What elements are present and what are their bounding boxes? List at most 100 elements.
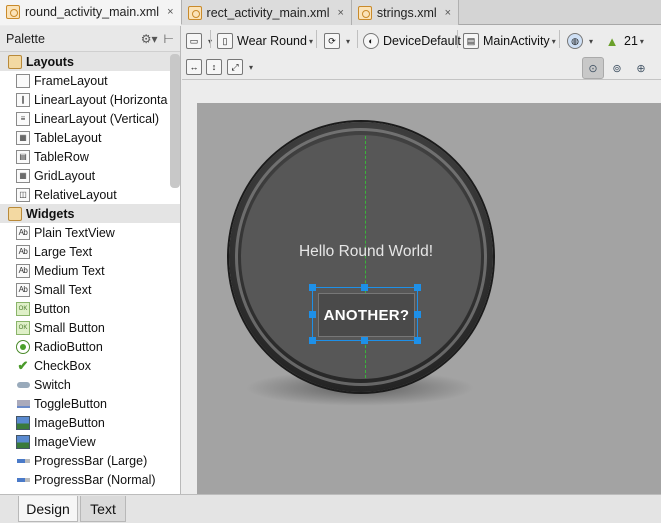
palette-item[interactable]: ImageButton [0,413,180,432]
device-selector[interactable]: ▯ Wear Round ▾ [217,30,313,52]
palette-item[interactable]: ▦ TableLayout [0,128,180,147]
tab-text[interactable]: Text [80,496,126,522]
tab-strings[interactable]: strings.xml × [351,0,460,25]
grid-layout-icon: ▦ [16,168,30,183]
small-text-icon: Ab [16,282,30,297]
activity-icon: ▤ [463,33,479,49]
palette-item[interactable]: RadioButton [0,337,180,356]
zoom-actual-icon: ⊚ [612,62,622,75]
palette-item[interactable]: Switch [0,375,180,394]
folder-icon [8,206,22,221]
zoom-in-button[interactable]: ⊕ [630,57,652,79]
tab-round-activity-main[interactable]: round_activity_main.xml × [0,0,182,25]
palette-item[interactable]: ▤ TableRow [0,147,180,166]
palette-item[interactable]: ≡ LinearLayout (Vertical) [0,109,180,128]
palette-item[interactable]: ✔ CheckBox [0,356,180,375]
close-icon[interactable]: × [445,7,451,19]
layout-toolbar: ▭▾ ▯Wear Round▾ ⟳▾ ◐DeviceDefault ▤MainA… [182,26,661,80]
palette-item[interactable]: Ab Small Text [0,280,180,299]
hide-panel-icon[interactable]: ⊢ [164,32,174,46]
textview-icon: Ab [16,225,30,240]
tab-design[interactable]: Design [18,496,78,522]
palette-item[interactable]: ImageView [0,432,180,451]
fill-height-button[interactable]: ↕ [206,56,226,78]
layout-variant-button[interactable]: ▭▾ [186,30,212,52]
fill-width-button[interactable]: ↔ [186,56,206,78]
palette-list: Layouts FrameLayout ∥ LinearLayout (Horizon… [0,52,180,489]
android-icon: ▲ [605,33,619,49]
palette-item[interactable]: Ab Plain TextView [0,223,180,242]
locale-selector[interactable]: ◍ ▾ [567,30,593,52]
folder-icon [8,54,22,69]
resize-handle-n[interactable] [361,284,368,291]
zoom-in-icon: ⊕ [636,62,646,75]
actual-size-button[interactable]: ⊚ [606,57,628,79]
palette-item[interactable]: Ab Medium Text [0,261,180,280]
palette-group-layouts[interactable]: Layouts [0,52,180,71]
palette-scrollbar[interactable] [170,54,180,188]
palette-panel: Palette ⚙▾ ⊢ Layouts FrameLayout ∥ LinearLa… [0,26,181,494]
progressbar-normal-icon [16,473,30,487]
palette-item[interactable]: Ab Large Text [0,242,180,261]
close-icon[interactable]: × [167,6,173,18]
palette-item[interactable]: ToggleButton [0,394,180,413]
palette-title: Palette [6,31,45,46]
toggle-button-icon [16,397,30,411]
table-layout-icon: ▦ [16,130,30,145]
resize-handle-w[interactable] [309,311,316,318]
medium-text-icon: Ab [16,263,30,278]
theme-selector[interactable]: ◐ DeviceDefault [363,30,461,52]
table-row-icon: ▤ [16,149,30,164]
file-layout-icon: ▭ [186,33,202,49]
small-button-icon: OK [16,320,30,335]
palette-item[interactable]: ∥ LinearLayout (Horizonta [0,90,180,109]
close-icon[interactable]: × [337,7,343,19]
orientation-icon: ⟳ [324,33,340,49]
fill-width-icon: ↔ [186,59,202,75]
palette-item[interactable]: ▦ GridLayout [0,166,180,185]
device-icon: ▯ [217,33,233,49]
palette-item[interactable]: ◫ RelativeLayout [0,185,180,204]
hello-textview[interactable]: Hello Round World! [241,243,491,261]
linear-layout-vertical-icon: ≡ [16,111,30,126]
resize-handle-sw[interactable] [309,337,316,344]
tab-rect-activity-main[interactable]: rect_activity_main.xml × [181,0,352,25]
gear-icon[interactable]: ⚙▾ [141,32,158,46]
palette-item[interactable]: ProgressBar (Large) [0,451,180,470]
activity-selector[interactable]: ▤ MainActivity ▾ [463,30,556,52]
palette-item[interactable]: OK Small Button [0,318,180,337]
checkbox-icon: ✔ [17,357,29,373]
resize-handle-se[interactable] [414,337,421,344]
xml-file-icon [6,5,20,19]
palette-header: Palette ⚙▾ ⊢ [0,26,180,52]
frame-layout-icon [16,73,30,88]
palette-item[interactable]: FrameLayout [0,71,180,90]
xml-file-icon [187,5,202,20]
switch-icon [16,378,30,392]
resize-icon: ⤢ [227,59,243,75]
resize-button[interactable]: ⤢ ▾ [227,56,253,78]
selection-box [312,287,418,341]
image-view-icon [16,434,30,449]
progressbar-large-icon [16,454,30,468]
large-text-icon: Ab [16,244,30,259]
resize-handle-ne[interactable] [414,284,421,291]
orientation-selector[interactable]: ⟳ ▾ [324,30,350,52]
resize-handle-e[interactable] [414,311,421,318]
palette-group-widgets[interactable]: Widgets [0,204,180,223]
resize-handle-nw[interactable] [309,284,316,291]
radio-button-icon [16,339,30,354]
zoom-to-fit-button[interactable]: ⊙ [582,57,604,79]
palette-item[interactable]: OK Button [0,299,180,318]
palette-item[interactable]: ProgressBar (Normal) [0,470,180,489]
api-level-selector[interactable]: ▲ 21 ▾ [604,30,644,52]
xml-file-icon [357,5,372,20]
editor-tab-bar: round_activity_main.xml × rect_activity_… [0,0,661,25]
resize-handle-s[interactable] [361,337,368,344]
button-icon: OK [16,301,30,316]
zoom-fit-icon: ⊙ [588,62,598,75]
linear-layout-horizontal-icon: ∥ [16,92,30,107]
editor-mode-bar: Design Text [0,494,661,523]
theme-icon: ◐ [363,33,379,49]
relative-layout-icon: ◫ [16,187,30,202]
